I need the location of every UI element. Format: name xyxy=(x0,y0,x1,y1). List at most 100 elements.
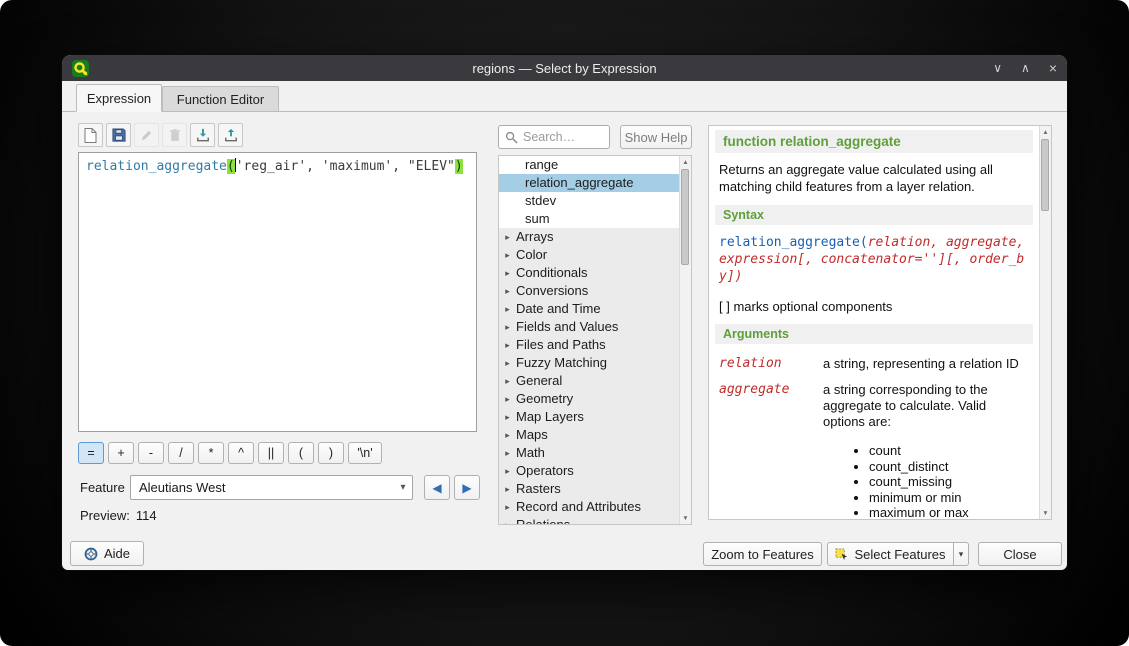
expand-arrow-icon[interactable]: ▸ xyxy=(499,318,516,336)
function-group-item[interactable]: ▸Conversions xyxy=(499,282,679,300)
select-features-button[interactable]: Select Features xyxy=(828,543,953,565)
function-group-item[interactable]: ▸Rasters xyxy=(499,480,679,498)
expand-arrow-icon[interactable]: ▸ xyxy=(499,336,516,354)
scroll-down-icon[interactable]: ▼ xyxy=(1040,507,1051,519)
function-group-item[interactable]: ▸General xyxy=(499,372,679,390)
feature-combobox[interactable]: Aleutians West ▾ xyxy=(130,475,413,500)
function-item[interactable]: range xyxy=(499,156,679,174)
function-group-item[interactable]: ▸Record and Attributes xyxy=(499,498,679,516)
save-expression-button[interactable] xyxy=(106,123,131,147)
edit-expression-button xyxy=(134,123,159,147)
scroll-up-icon[interactable]: ▲ xyxy=(680,156,691,168)
aggregate-options-list: count count_distinct count_missing minim… xyxy=(823,443,1029,519)
window-shade-button[interactable]: ∨ xyxy=(993,55,1002,81)
function-group-item[interactable]: ▸Date and Time xyxy=(499,300,679,318)
expand-arrow-icon[interactable]: ▸ xyxy=(499,516,516,524)
function-item-label: sum xyxy=(525,211,550,226)
expand-arrow-icon[interactable]: ▸ xyxy=(499,282,516,300)
next-feature-button[interactable]: ▶ xyxy=(454,475,480,500)
window-title: regions — Select by Expression xyxy=(62,61,1067,76)
chevron-down-icon[interactable]: ▾ xyxy=(394,482,412,493)
expand-arrow-icon[interactable]: ▸ xyxy=(499,480,516,498)
syntax-header: Syntax xyxy=(715,205,1033,225)
help-lifebuoy-icon xyxy=(84,547,98,561)
function-group-label: Rasters xyxy=(516,480,561,498)
function-list-scrollbar[interactable]: ▲ ▼ xyxy=(679,156,691,524)
function-group-item[interactable]: ▸Color xyxy=(499,246,679,264)
function-group-item[interactable]: ▸Conditionals xyxy=(499,264,679,282)
function-group-item[interactable]: ▸Fields and Values xyxy=(499,318,679,336)
preview-label: Preview: xyxy=(80,508,130,523)
scrollbar-thumb[interactable] xyxy=(1041,139,1049,211)
operator-button-equals[interactable]: = xyxy=(78,442,104,464)
function-group-item[interactable]: ▸Math xyxy=(499,444,679,462)
left-arrow-icon: ◀ xyxy=(432,481,441,495)
show-help-button[interactable]: Show Help xyxy=(620,125,692,149)
pencil-icon xyxy=(140,129,153,142)
window-maximize-button[interactable]: ∧ xyxy=(1021,55,1030,81)
operator-button-power[interactable]: ^ xyxy=(228,442,254,464)
expand-arrow-icon[interactable]: ▸ xyxy=(499,408,516,426)
function-item-label: stdev xyxy=(525,193,556,208)
arguments-header: Arguments xyxy=(715,324,1033,344)
expand-arrow-icon[interactable]: ▸ xyxy=(499,264,516,282)
function-group-item[interactable]: ▸Relations xyxy=(499,516,679,524)
function-item-relation-aggregate[interactable]: relation_aggregate xyxy=(499,174,679,192)
expand-arrow-icon[interactable]: ▸ xyxy=(499,444,516,462)
expand-arrow-icon[interactable]: ▸ xyxy=(499,228,516,246)
titlebar[interactable]: regions — Select by Expression ∨ ∧ × xyxy=(62,55,1067,81)
function-list: range relation_aggregate stdev sum ▸Arra… xyxy=(498,155,692,525)
function-group-label: Conversions xyxy=(516,282,588,300)
function-group-item[interactable]: ▸Arrays xyxy=(499,228,679,246)
operator-button-concat[interactable]: || xyxy=(258,442,284,464)
preview-value: 114 xyxy=(136,508,157,523)
operator-button-plus[interactable]: + xyxy=(108,442,134,464)
scroll-down-icon[interactable]: ▼ xyxy=(680,512,691,524)
tab-function-editor[interactable]: Function Editor xyxy=(162,86,279,112)
close-button[interactable]: Close xyxy=(978,542,1062,566)
operator-button-minus[interactable]: - xyxy=(138,442,164,464)
select-features-label: Select Features xyxy=(854,547,945,562)
help-description: Returns an aggregate value calculated us… xyxy=(719,161,1029,195)
help-panel-scrollbar[interactable]: ▲ ▼ xyxy=(1039,126,1051,519)
previous-feature-button[interactable]: ◀ xyxy=(424,475,450,500)
function-group-item[interactable]: ▸Fuzzy Matching xyxy=(499,354,679,372)
function-group-label: Conditionals xyxy=(516,264,588,282)
expand-arrow-icon[interactable]: ▸ xyxy=(499,354,516,372)
code-arguments-token: 'reg_air', 'maximum', "ELEV" xyxy=(236,159,455,174)
expand-arrow-icon[interactable]: ▸ xyxy=(499,498,516,516)
import-expression-button[interactable] xyxy=(190,123,215,147)
export-expression-button[interactable] xyxy=(218,123,243,147)
search-input[interactable] xyxy=(523,130,601,144)
operator-button-close-paren[interactable]: ) xyxy=(318,442,344,464)
expand-arrow-icon[interactable]: ▸ xyxy=(499,390,516,408)
help-button[interactable]: Aide xyxy=(70,541,144,566)
expand-arrow-icon[interactable]: ▸ xyxy=(499,426,516,444)
expand-arrow-icon[interactable]: ▸ xyxy=(499,372,516,390)
code-open-paren-token: ( xyxy=(227,159,235,174)
function-group-item[interactable]: ▸Geometry xyxy=(499,390,679,408)
aggregate-option: count xyxy=(869,443,1029,459)
expand-arrow-icon[interactable]: ▸ xyxy=(499,300,516,318)
scroll-up-icon[interactable]: ▲ xyxy=(1040,126,1051,138)
operator-button-open-paren[interactable]: ( xyxy=(288,442,314,464)
function-group-item[interactable]: ▸Files and Paths xyxy=(499,336,679,354)
tab-expression[interactable]: Expression xyxy=(76,84,162,112)
trash-icon xyxy=(169,128,181,142)
operator-button-newline[interactable]: '\n' xyxy=(348,442,382,464)
function-item[interactable]: stdev xyxy=(499,192,679,210)
expand-arrow-icon[interactable]: ▸ xyxy=(499,462,516,480)
function-group-item[interactable]: ▸Operators xyxy=(499,462,679,480)
window-close-button[interactable]: × xyxy=(1049,55,1057,81)
function-group-item[interactable]: ▸Maps xyxy=(499,426,679,444)
expression-editor[interactable]: relation_aggregate('reg_air', 'maximum',… xyxy=(78,152,477,432)
zoom-to-features-button[interactable]: Zoom to Features xyxy=(703,542,822,566)
operator-button-multiply[interactable]: * xyxy=(198,442,224,464)
operator-button-divide[interactable]: / xyxy=(168,442,194,464)
select-features-dropdown-arrow[interactable]: ▾ xyxy=(953,543,968,565)
expand-arrow-icon[interactable]: ▸ xyxy=(499,246,516,264)
function-item[interactable]: sum xyxy=(499,210,679,228)
new-expression-button[interactable] xyxy=(78,123,103,147)
function-group-item[interactable]: ▸Map Layers xyxy=(499,408,679,426)
scrollbar-thumb[interactable] xyxy=(681,169,689,265)
